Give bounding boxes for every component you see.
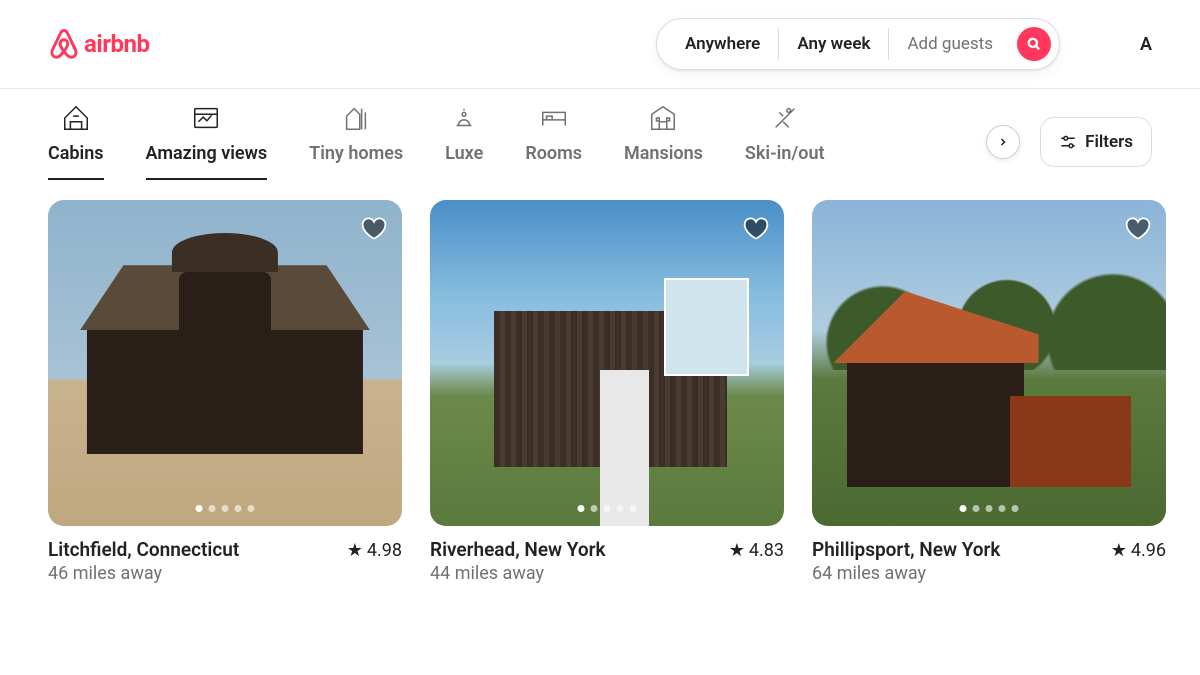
listing-rating: ★ 4.83: [729, 540, 784, 561]
listing-location: Phillipsport, New York: [812, 538, 1000, 561]
luxe-icon: [449, 103, 479, 133]
category-row: Cabins Amazing views Tiny homes Luxe Roo…: [0, 89, 1200, 180]
category-label: Ski-in/out: [745, 143, 825, 164]
search-where[interactable]: Anywhere: [667, 28, 779, 60]
category-mansions[interactable]: Mansions: [624, 103, 703, 180]
filters-label: Filters: [1085, 132, 1133, 152]
category-ski[interactable]: Ski-in/out: [745, 103, 825, 180]
category-rooms[interactable]: Rooms: [525, 103, 582, 180]
search-button[interactable]: [1017, 27, 1051, 61]
tiny-home-icon: [341, 103, 371, 133]
listing-card[interactable]: Riverhead, New York ★ 4.83 44 miles away: [430, 200, 784, 584]
search-guests[interactable]: Add guests: [889, 28, 1011, 60]
wishlist-button[interactable]: [742, 214, 770, 242]
chevron-right-icon: [997, 136, 1009, 148]
search-bar[interactable]: Anywhere Any week Add guests: [656, 18, 1060, 70]
search-icon: [1027, 37, 1041, 51]
wishlist-button[interactable]: [1124, 214, 1152, 242]
listing-rating: ★ 4.98: [347, 540, 402, 561]
ski-icon: [770, 103, 800, 133]
carousel-dots: [960, 505, 1019, 512]
heart-icon: [742, 214, 770, 242]
listing-distance: 44 miles away: [430, 563, 784, 584]
window-icon: [191, 103, 221, 133]
listing-distance: 46 miles away: [48, 563, 402, 584]
cabin-icon: [61, 103, 91, 133]
listing-location: Litchfield, Connecticut: [48, 538, 239, 561]
category-tiny-homes[interactable]: Tiny homes: [309, 103, 403, 180]
category-scroll: Cabins Amazing views Tiny homes Luxe Roo…: [48, 103, 986, 180]
category-label: Tiny homes: [309, 143, 403, 164]
category-label: Luxe: [445, 143, 483, 164]
mansion-icon: [648, 103, 678, 133]
filters-button[interactable]: Filters: [1040, 117, 1152, 167]
listing-card[interactable]: Phillipsport, New York ★ 4.96 64 miles a…: [812, 200, 1166, 584]
category-label: Mansions: [624, 143, 703, 164]
listing-card[interactable]: Litchfield, Connecticut ★ 4.98 46 miles …: [48, 200, 402, 584]
wishlist-button[interactable]: [360, 214, 388, 242]
category-label: Rooms: [525, 143, 582, 164]
carousel-dots: [578, 505, 637, 512]
category-cabins[interactable]: Cabins: [48, 103, 104, 180]
listing-image[interactable]: [430, 200, 784, 526]
listing-distance: 64 miles away: [812, 563, 1166, 584]
category-label: Cabins: [48, 143, 104, 164]
nav-right-partial[interactable]: A: [1140, 34, 1152, 55]
heart-icon: [360, 214, 388, 242]
listing-image[interactable]: [812, 200, 1166, 526]
listing-image[interactable]: [48, 200, 402, 526]
search-when[interactable]: Any week: [779, 28, 889, 60]
category-luxe[interactable]: Luxe: [445, 103, 483, 180]
listings-grid: Litchfield, Connecticut ★ 4.98 46 miles …: [0, 180, 1200, 604]
logo-text: airbnb: [84, 30, 149, 58]
header: airbnb Anywhere Any week Add guests A: [0, 0, 1200, 89]
listing-rating: ★ 4.96: [1111, 540, 1166, 561]
category-amazing-views[interactable]: Amazing views: [146, 103, 268, 180]
heart-icon: [1124, 214, 1152, 242]
listing-location: Riverhead, New York: [430, 538, 606, 561]
bed-icon: [539, 103, 569, 133]
category-label: Amazing views: [146, 143, 268, 164]
filters-icon: [1059, 133, 1077, 151]
logo[interactable]: airbnb: [48, 27, 149, 61]
airbnb-logo-icon: [48, 27, 80, 61]
carousel-dots: [196, 505, 255, 512]
categories-next-button[interactable]: [986, 125, 1020, 159]
